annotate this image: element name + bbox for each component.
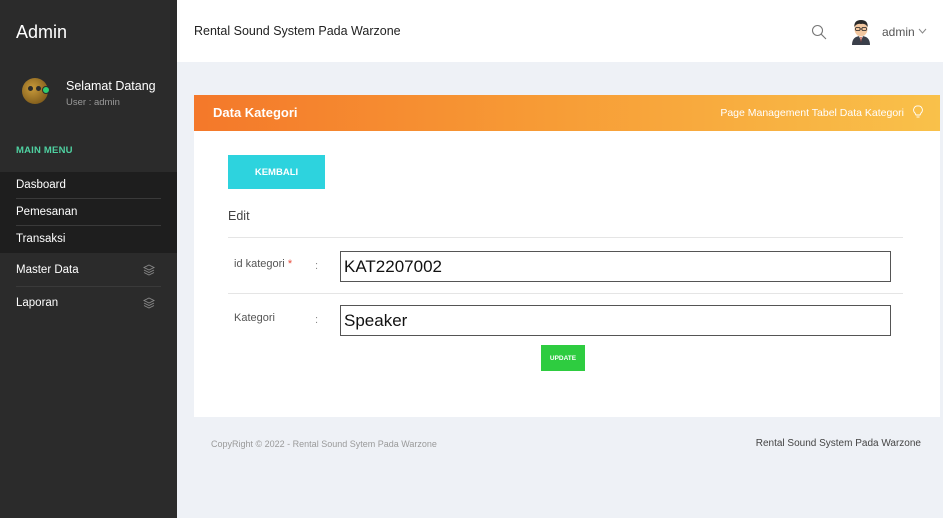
- footer-copyright: CopyRight © 2022 - Rental Sound Sytem Pa…: [211, 439, 437, 449]
- chevron-down-icon[interactable]: [918, 27, 927, 35]
- brand-title: Admin: [16, 22, 68, 42]
- page-subtitle: Page Management Tabel Data Kategori: [720, 107, 904, 119]
- admin-avatar[interactable]: [847, 17, 875, 45]
- sidebar: Admin Selamat Datang User : admin MAIN M…: [0, 0, 177, 518]
- footer-site-name: Rental Sound System Pada Warzone: [755, 438, 921, 449]
- back-button[interactable]: KEMBALI: [228, 155, 325, 189]
- sidebar-item-label: Pemesanan: [16, 206, 78, 218]
- user-role-text: User : admin: [66, 97, 120, 108]
- field-colon: :: [315, 314, 319, 326]
- update-button[interactable]: UPDATE: [541, 345, 585, 371]
- sidebar-item-master-data[interactable]: Master Data: [0, 254, 177, 287]
- search-icon[interactable]: [811, 24, 827, 40]
- layers-icon: [143, 297, 155, 309]
- user-menu-label[interactable]: admin: [882, 25, 915, 39]
- main-menu-list: Dasboard Pemesanan Transaksi: [0, 172, 177, 253]
- menu-groups: Master Data Laporan: [0, 254, 177, 320]
- sidebar-item-label: Transaksi: [16, 233, 66, 245]
- divider: [228, 293, 903, 294]
- required-marker: *: [287, 258, 293, 270]
- main-menu-title: MAIN MENU: [16, 145, 73, 156]
- kategori-input[interactable]: [340, 305, 891, 336]
- sidebar-item-transaksi[interactable]: Transaksi: [0, 226, 177, 253]
- field-colon: :: [315, 260, 319, 272]
- online-status-dot: [42, 86, 50, 94]
- layers-icon: [143, 264, 155, 276]
- site-title: Rental Sound System Pada Warzone: [194, 24, 401, 38]
- welcome-text: Selamat Datang: [66, 79, 156, 93]
- field-label-id-kategori: id kategori *: [234, 258, 293, 270]
- id-kategori-input[interactable]: [340, 251, 891, 282]
- section-label: Edit: [228, 209, 250, 223]
- field-label-kategori: Kategori: [234, 312, 275, 324]
- sidebar-item-label: Master Data: [16, 264, 79, 276]
- page-title: Data Kategori: [213, 105, 298, 120]
- user-profile: Selamat Datang User : admin: [0, 62, 177, 117]
- top-header: Rental Sound System Pada Warzone admin: [177, 0, 943, 62]
- lightbulb-icon: [913, 105, 923, 118]
- sidebar-item-label: Laporan: [16, 297, 59, 309]
- sidebar-item-dasboard[interactable]: Dasboard: [0, 172, 177, 199]
- divider: [228, 237, 903, 238]
- sidebar-item-pemesanan[interactable]: Pemesanan: [0, 199, 177, 226]
- card-header: Data Kategori Page Management Tabel Data…: [194, 95, 940, 131]
- edit-form-card: KEMBALI Edit id kategori * : Kategori : …: [194, 131, 940, 417]
- sidebar-item-label: Dasboard: [16, 179, 66, 191]
- sidebar-item-laporan[interactable]: Laporan: [0, 287, 177, 320]
